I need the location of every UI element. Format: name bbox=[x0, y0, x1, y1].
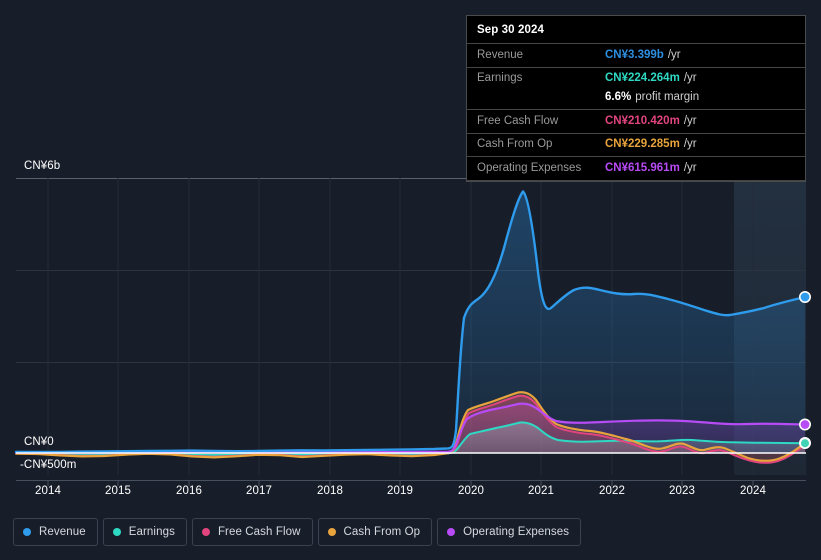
tooltip-value-operating-expenses: CN¥615.961m bbox=[605, 161, 680, 174]
legend-dot-earnings bbox=[112, 528, 121, 536]
area-revenue bbox=[16, 191, 805, 453]
x-axis-label-2018: 2018 bbox=[317, 485, 343, 497]
endpoint-marker-operating-expenses bbox=[798, 418, 811, 431]
x-axis-label-2022: 2022 bbox=[599, 485, 625, 497]
legend-label-cash-from-op: Cash From Op bbox=[343, 526, 421, 538]
tooltip-row-profit-margin: 6.6% profit margin bbox=[467, 90, 805, 109]
tooltip-suffix-earnings: /yr bbox=[683, 72, 697, 85]
tooltip-value-earnings: CN¥224.264m bbox=[605, 72, 680, 85]
x-axis-label-2014: 2014 bbox=[35, 485, 61, 497]
x-axis-label-2023: 2023 bbox=[669, 485, 695, 497]
legend-dot-operating-expenses bbox=[447, 528, 456, 536]
tooltip-suffix-profit-margin: profit margin bbox=[635, 91, 700, 104]
tooltip-row-free-cash-flow: Free Cash Flow CN¥210.420m /yr bbox=[467, 109, 805, 133]
x-axis-label-2017: 2017 bbox=[246, 485, 272, 497]
tooltip-value-revenue: CN¥3.399b bbox=[605, 48, 664, 61]
tooltip-date: Sep 30 2024 bbox=[477, 24, 544, 36]
tooltip-label-revenue: Revenue bbox=[477, 48, 524, 61]
legend-item-operating-expenses[interactable]: Operating Expenses bbox=[437, 518, 582, 546]
legend-item-cash-from-op[interactable]: Cash From Op bbox=[317, 518, 433, 546]
legend-item-revenue[interactable]: Revenue bbox=[13, 518, 98, 546]
tooltip-label-cash-from-op: Cash From Op bbox=[477, 138, 553, 151]
chart-tooltip: Sep 30 2024 Revenue CN¥3.399b /yr Earnin… bbox=[466, 15, 806, 182]
legend-label-earnings: Earnings bbox=[128, 526, 175, 538]
y-axis-label-top: CN¥6b bbox=[24, 160, 61, 172]
tooltip-suffix-operating-expenses: /yr bbox=[683, 161, 697, 174]
x-axis-label-2015: 2015 bbox=[105, 485, 131, 497]
tooltip-suffix-free-cash-flow: /yr bbox=[683, 114, 697, 127]
tooltip-value-profit-margin: 6.6% bbox=[605, 91, 632, 104]
legend-dot-cash-from-op bbox=[327, 528, 336, 536]
y-axis-label-bottom: -CN¥500m bbox=[20, 459, 77, 471]
tooltip-label-earnings: Earnings bbox=[477, 72, 523, 85]
tooltip-label-operating-expenses: Operating Expenses bbox=[477, 161, 582, 174]
y-axis-label-zero: CN¥0 bbox=[24, 436, 54, 448]
tooltip-row-earnings: Earnings CN¥224.264m /yr bbox=[467, 66, 805, 91]
x-axis-label-2016: 2016 bbox=[176, 485, 202, 497]
x-axis-label-2021: 2021 bbox=[528, 485, 554, 497]
chart-legend: Revenue Earnings Free Cash Flow Cash Fro… bbox=[13, 518, 582, 546]
x-axis-label-2019: 2019 bbox=[387, 485, 413, 497]
legend-item-free-cash-flow[interactable]: Free Cash Flow bbox=[191, 518, 313, 546]
legend-label-revenue: Revenue bbox=[39, 526, 86, 538]
tooltip-suffix-cash-from-op: /yr bbox=[683, 138, 697, 151]
tooltip-row-revenue: Revenue CN¥3.399b /yr bbox=[467, 43, 805, 67]
legend-dot-free-cash-flow bbox=[201, 528, 210, 536]
legend-label-operating-expenses: Operating Expenses bbox=[463, 526, 570, 538]
tooltip-label-free-cash-flow: Free Cash Flow bbox=[477, 114, 559, 127]
legend-label-free-cash-flow: Free Cash Flow bbox=[217, 526, 301, 538]
legend-dot-revenue bbox=[23, 528, 31, 536]
legend-item-earnings[interactable]: Earnings bbox=[102, 518, 187, 546]
tooltip-value-cash-from-op: CN¥229.285m bbox=[605, 138, 680, 151]
x-axis-label-2020: 2020 bbox=[458, 485, 484, 497]
tooltip-suffix-revenue: /yr bbox=[667, 48, 681, 61]
tooltip-value-free-cash-flow: CN¥210.420m bbox=[605, 114, 680, 127]
tooltip-row-operating-expenses: Operating Expenses CN¥615.961m /yr bbox=[467, 156, 805, 180]
endpoint-marker-revenue bbox=[798, 290, 811, 303]
endpoint-marker-earnings bbox=[799, 438, 811, 449]
tooltip-row-cash-from-op: Cash From Op CN¥229.285m /yr bbox=[467, 132, 805, 157]
x-axis-label-2024: 2024 bbox=[740, 485, 766, 497]
tooltip-bottom-rule bbox=[467, 179, 805, 181]
